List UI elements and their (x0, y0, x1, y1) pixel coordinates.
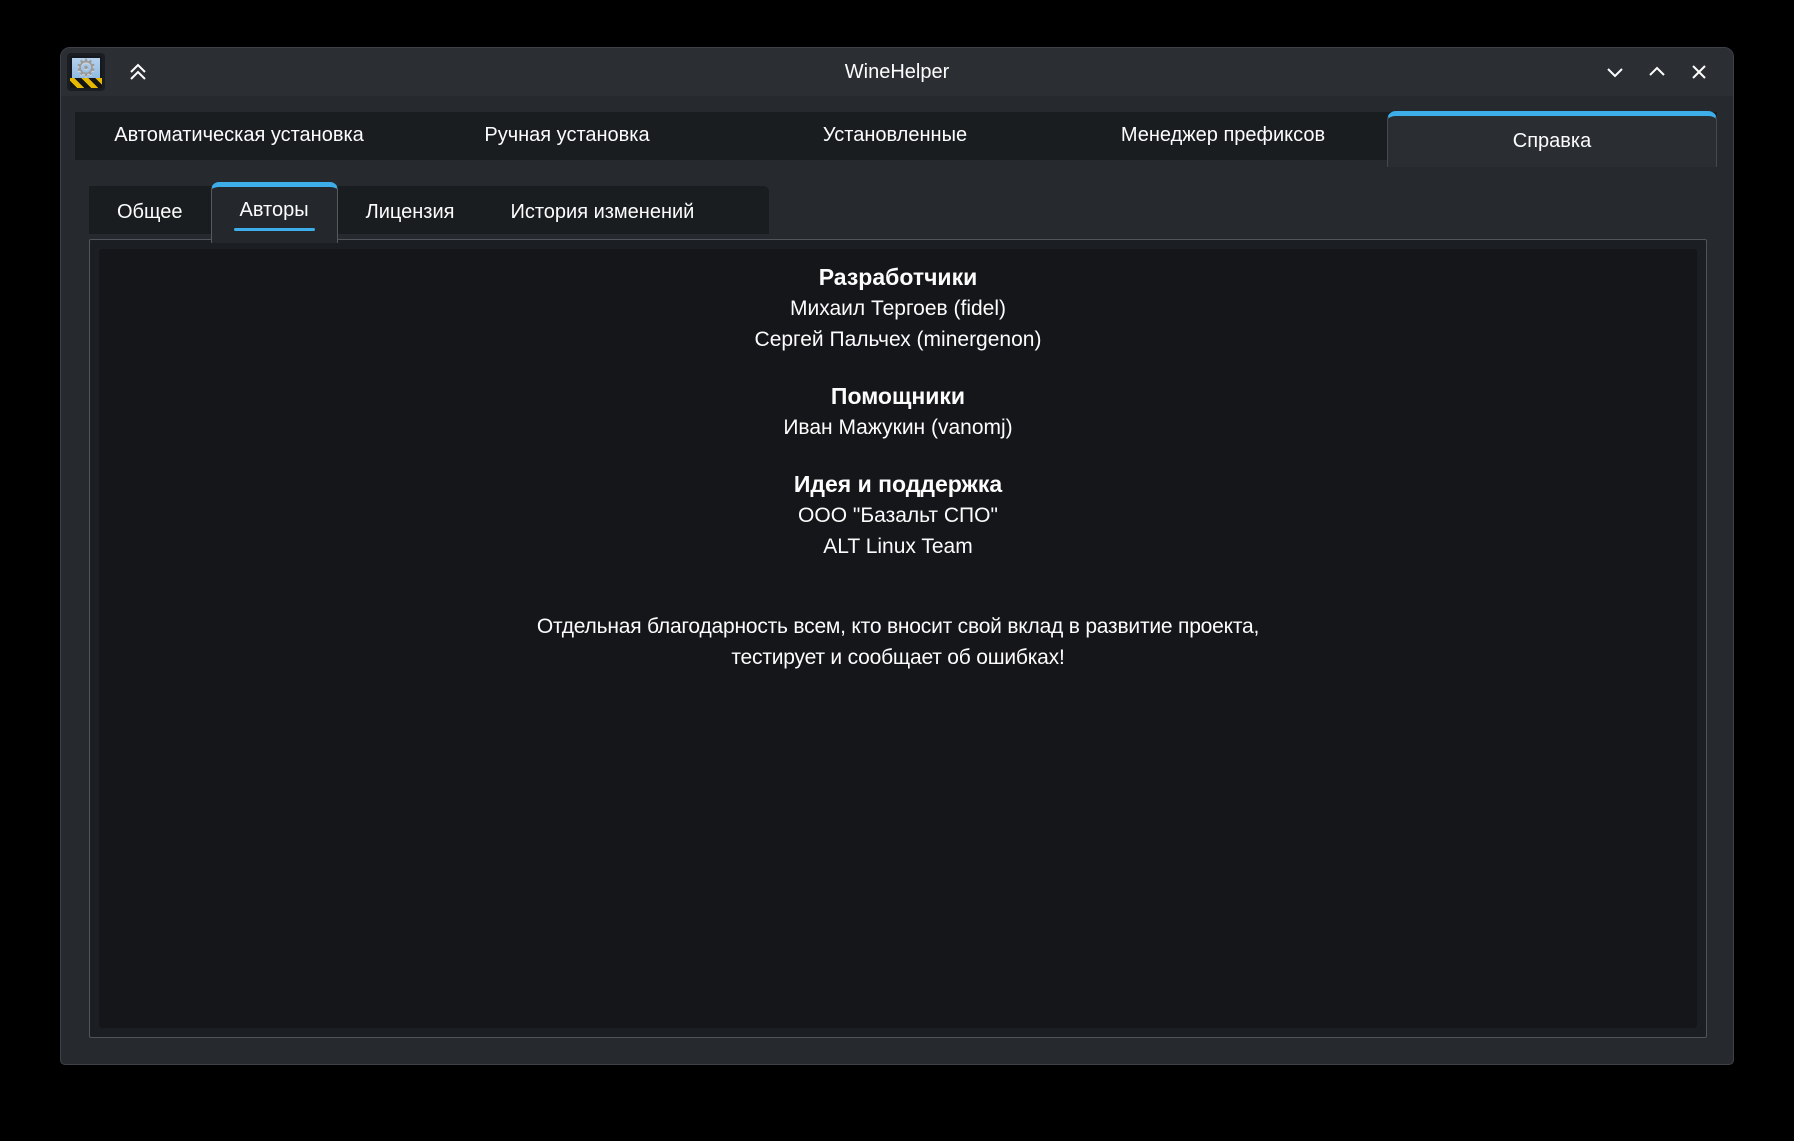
app-icon-background: ⚙ (72, 58, 100, 79)
author-line: ALT Linux Team (99, 531, 1697, 562)
thanks-note: Отдельная благодарность всем, кто вносит… (99, 611, 1697, 673)
close-button[interactable] (1685, 58, 1713, 86)
tab-installed[interactable]: Установленные (731, 111, 1059, 160)
thanks-line: Отдельная благодарность всем, кто вносит… (99, 611, 1697, 642)
authors-scroll-area[interactable]: Разработчики Михаил Тергоев (fidel) Серг… (99, 249, 1697, 1028)
section-heading: Помощники (99, 381, 1697, 412)
tab-help[interactable]: Справка (1387, 111, 1717, 167)
close-icon (1689, 62, 1709, 82)
keep-above-button[interactable] (123, 57, 153, 87)
author-line: ООО "Базальт СПО" (99, 500, 1697, 531)
idea-support-section: Идея и поддержка ООО "Базальт СПО" ALT L… (99, 469, 1697, 562)
helpers-section: Помощники Иван Мажукин (vanomj) (99, 381, 1697, 443)
help-tab-bar: Общее Авторы Лицензия История изменений (89, 182, 769, 241)
tab-general[interactable]: Общее (89, 186, 211, 238)
thanks-line: тестирует и сообщает об ошибках! (99, 642, 1697, 673)
window-controls (1601, 58, 1733, 86)
help-pane: Разработчики Михаил Тергоев (fidel) Серг… (89, 239, 1707, 1038)
gear-icon: ⚙ (75, 57, 97, 81)
chevron-down-icon (1605, 62, 1625, 82)
titlebar: ⚙ WineHelper (61, 48, 1733, 96)
author-line: Михаил Тергоев (fidel) (99, 293, 1697, 324)
maximize-button[interactable] (1643, 58, 1671, 86)
author-line: Иван Мажукин (vanomj) (99, 412, 1697, 443)
tab-license[interactable]: Лицензия (338, 186, 483, 238)
winehelper-window: ⚙ WineHelper (60, 47, 1734, 1065)
double-chevron-up-icon (127, 61, 149, 83)
window-title: WineHelper (61, 61, 1733, 84)
developers-section: Разработчики Михаил Тергоев (fidel) Серг… (99, 262, 1697, 355)
author-line: Сергей Пальчех (minergenon) (99, 324, 1697, 355)
authors-content: Разработчики Михаил Тергоев (fidel) Серг… (99, 249, 1697, 673)
chevron-up-icon (1647, 62, 1667, 82)
tab-changelog[interactable]: История изменений (482, 186, 722, 238)
minimize-button[interactable] (1601, 58, 1629, 86)
tab-authors[interactable]: Авторы (211, 182, 338, 243)
hazard-stripes-icon (70, 78, 102, 88)
winehelper-app-icon[interactable]: ⚙ (67, 53, 105, 91)
tab-prefix-manager[interactable]: Менеджер префиксов (1059, 111, 1387, 160)
main-tab-bar: Автоматическая установка Ручная установк… (75, 111, 1717, 167)
section-heading: Идея и поддержка (99, 469, 1697, 500)
tab-manual-install[interactable]: Ручная установка (403, 111, 731, 160)
tab-auto-install[interactable]: Автоматическая установка (75, 111, 403, 160)
section-heading: Разработчики (99, 262, 1697, 293)
